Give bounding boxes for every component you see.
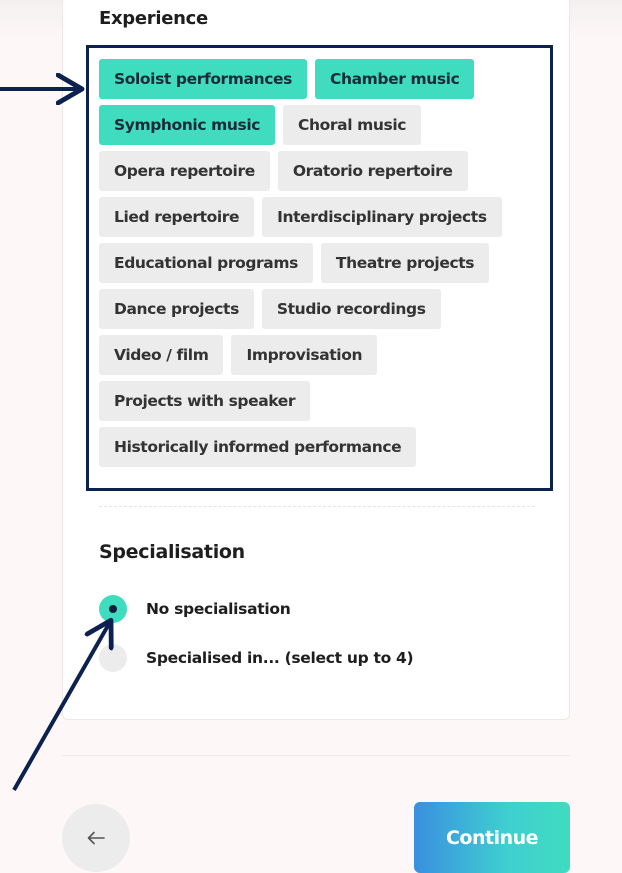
back-button[interactable] [62,804,130,872]
chip-historically-informed-performance[interactable]: Historically informed performance [99,427,417,467]
chip-row: Video / film Improvisation [99,335,539,375]
continue-button[interactable]: Continue [414,802,570,873]
chip-projects-with-speaker[interactable]: Projects with speaker [99,381,311,421]
chip-educational-programs[interactable]: Educational programs [99,243,313,283]
chip-oratorio-repertoire[interactable]: Oratorio repertoire [277,151,468,191]
section-divider [99,506,535,507]
chip-opera-repertoire[interactable]: Opera repertoire [99,151,270,191]
chip-improvisation[interactable]: Improvisation [231,335,378,375]
chip-row: Educational programs Theatre projects [99,243,539,283]
radio-label: No specialisation [146,600,291,618]
chip-row: Dance projects Studio recordings [99,289,539,329]
footer-divider [62,755,570,756]
chip-row: Soloist performances Chamber music [99,59,539,99]
chip-row: Lied repertoire Interdisciplinary project… [99,197,539,237]
chip-symphonic-music[interactable]: Symphonic music [99,105,276,145]
chip-interdisciplinary-projects[interactable]: Interdisciplinary projects [262,197,502,237]
chip-row: Historically informed performance [99,427,539,467]
experience-title: Experience [99,8,208,29]
chip-row: Projects with speaker [99,381,539,421]
chip-studio-recordings[interactable]: Studio recordings [261,289,441,329]
radio-specialised-in[interactable]: Specialised in... (select up to 4) [99,643,414,673]
radio-label: Specialised in... (select up to 4) [146,649,414,667]
arrow-left-icon [87,831,105,845]
radio-no-specialisation[interactable]: No specialisation [99,594,291,624]
radio-button[interactable] [99,644,127,672]
chip-row: Symphonic music Choral music [99,105,539,145]
chip-chamber-music[interactable]: Chamber music [314,59,475,99]
chip-video-film[interactable]: Video / film [99,335,224,375]
chip-dance-projects[interactable]: Dance projects [99,289,254,329]
chip-choral-music[interactable]: Choral music [283,105,422,145]
chip-lied-repertoire[interactable]: Lied repertoire [99,197,255,237]
chip-theatre-projects[interactable]: Theatre projects [320,243,490,283]
radio-button-checked[interactable] [99,595,127,623]
specialisation-title: Specialisation [99,541,245,563]
chip-row: Opera repertoire Oratorio repertoire [99,151,539,191]
experience-chip-list: Soloist performances Chamber music Symphon… [99,59,539,473]
chip-soloist-performances[interactable]: Soloist performances [99,59,307,99]
radio-dot [109,605,117,613]
